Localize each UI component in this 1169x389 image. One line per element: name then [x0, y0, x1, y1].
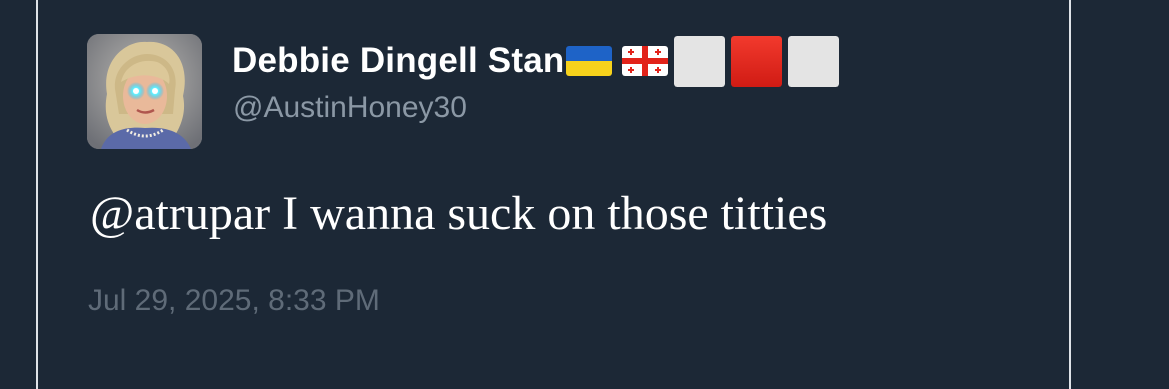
avatar[interactable] [87, 34, 202, 149]
frame-border-right [1069, 0, 1071, 389]
white-square-icon [674, 35, 726, 87]
ukraine-flag-icon [566, 46, 613, 76]
display-name[interactable]: Debbie Dingell Stan [232, 41, 564, 81]
user-handle[interactable]: @AustinHoney30 [233, 91, 467, 125]
avatar-image [87, 34, 202, 149]
tweet-timestamp[interactable]: Jul 29, 2025, 8:33 PM [88, 284, 380, 318]
white-square-icon [788, 35, 840, 87]
tweet-text: @atrupar I wanna suck on those titties [90, 187, 828, 240]
tweet-card: Debbie Dingell Stan @AustinHoney30 @atru… [38, 0, 1069, 389]
georgia-flag-icon [622, 46, 669, 76]
screenshot-page: Debbie Dingell Stan @AustinHoney30 @atru… [0, 0, 1169, 389]
display-name-row: Debbie Dingell Stan [232, 35, 840, 87]
red-square-icon [731, 35, 783, 87]
